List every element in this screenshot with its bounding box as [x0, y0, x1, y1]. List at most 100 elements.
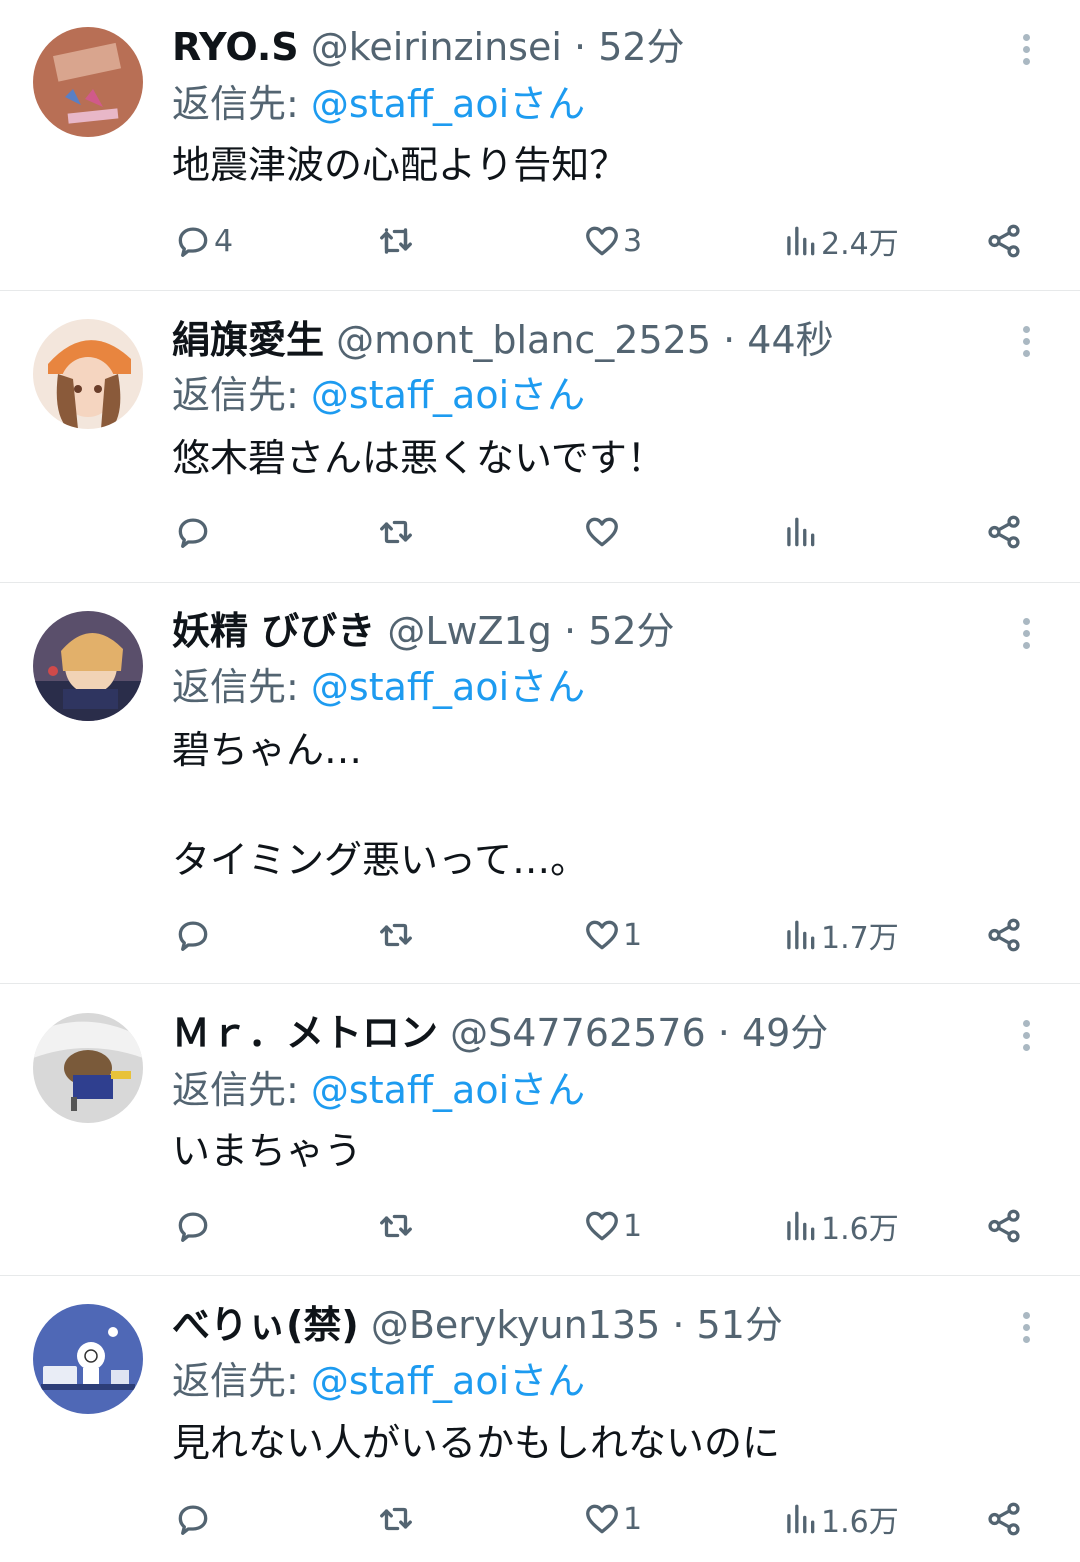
- reply-mention-link[interactable]: @staff_aoiさん: [311, 665, 585, 709]
- retweet-button[interactable]: [377, 507, 417, 557]
- timestamp[interactable]: 52分: [598, 25, 684, 69]
- tweet[interactable]: 妖精 びびき @LwZ1g · 52分 返信先: @staff_aoiさん 碧ち…: [0, 583, 1080, 984]
- reply-button[interactable]: [174, 1201, 214, 1251]
- avatar[interactable]: [33, 27, 143, 137]
- reply-mention-link[interactable]: @staff_aoiさん: [311, 373, 585, 417]
- tweet-header: RYO.S @keirinzinsei · 52分: [172, 22, 1000, 72]
- views-count: 1.6万: [821, 1505, 899, 1540]
- action-bar: 1 1.7万: [0, 910, 1080, 960]
- tweet[interactable]: RYO.S @keirinzinsei · 52分 返信先: @staff_ao…: [0, 0, 1080, 291]
- reply-button[interactable]: [174, 507, 214, 557]
- display-name[interactable]: 絹旗愛生: [172, 318, 324, 362]
- handle[interactable]: @LwZ1g: [387, 609, 552, 653]
- share-button[interactable]: [985, 216, 1023, 266]
- timestamp[interactable]: 51分: [697, 1303, 783, 1347]
- bar-chart-icon: [787, 920, 815, 950]
- avatar[interactable]: [33, 1304, 143, 1414]
- reply-to-line: 返信先: @staff_aoiさん: [172, 370, 585, 420]
- timestamp[interactable]: 44秒: [747, 318, 833, 362]
- display-name[interactable]: 妖精 びびき: [172, 609, 375, 653]
- tweet[interactable]: 絹旗愛生 @mont_blanc_2525 · 44秒 返信先: @staff_…: [0, 291, 1080, 583]
- reply-button[interactable]: [174, 1494, 214, 1544]
- retweet-arrows-icon: [380, 228, 412, 254]
- like-count: 1: [623, 917, 643, 953]
- reply-prefix: 返信先:: [172, 1068, 311, 1112]
- separator-dot: ·: [723, 318, 736, 362]
- share-button[interactable]: [985, 1201, 1023, 1251]
- like-button[interactable]: 1: [583, 910, 642, 960]
- display-name[interactable]: べりぃ(禁): [172, 1303, 359, 1347]
- views-count: 2.4万: [821, 227, 899, 262]
- reply-button[interactable]: 4: [174, 216, 233, 266]
- like-button[interactable]: 3: [583, 216, 642, 266]
- bar-chart-icon: [787, 517, 815, 547]
- handle[interactable]: @Berykyun135: [371, 1303, 660, 1347]
- views-button[interactable]: 1.6万: [781, 1201, 899, 1251]
- separator-dot: ·: [574, 25, 587, 69]
- retweet-button[interactable]: [377, 910, 417, 960]
- action-bar: 1 1.6万: [0, 1494, 1080, 1544]
- like-count: 1: [623, 1208, 643, 1244]
- more-options-icon[interactable]: [1014, 322, 1038, 362]
- like-button[interactable]: 1: [583, 1201, 642, 1251]
- reply-prefix: 返信先:: [172, 373, 311, 417]
- reply-to-line: 返信先: @staff_aoiさん: [172, 1065, 585, 1115]
- tweet[interactable]: べりぃ(禁) @Berykyun135 · 51分 返信先: @staff_ao…: [0, 1276, 1080, 1562]
- action-bar: 4 3 2.4万: [0, 216, 1080, 266]
- reply-mention-link[interactable]: @staff_aoiさん: [311, 1359, 585, 1403]
- more-options-icon[interactable]: [1014, 1308, 1038, 1348]
- share-nodes-icon: [988, 918, 1020, 952]
- timestamp[interactable]: 49分: [742, 1011, 828, 1055]
- views-button[interactable]: 1.7万: [781, 910, 899, 960]
- like-button[interactable]: [583, 507, 623, 557]
- display-name[interactable]: RYO.S: [172, 25, 299, 69]
- reply-prefix: 返信先:: [172, 665, 311, 709]
- display-name[interactable]: Ｍｒ．メトロン: [172, 1011, 438, 1055]
- retweet-button[interactable]: [377, 216, 417, 266]
- reply-mention-link[interactable]: @staff_aoiさん: [311, 1068, 585, 1112]
- more-options-icon[interactable]: [1014, 30, 1038, 70]
- reply-count: 4: [214, 223, 234, 259]
- share-nodes-icon: [988, 1502, 1020, 1536]
- retweet-arrows-icon: [380, 1507, 412, 1531]
- speech-bubble-icon: [178, 227, 208, 257]
- views-button[interactable]: [781, 507, 821, 557]
- avatar[interactable]: [33, 319, 143, 429]
- heart-icon: [586, 1211, 618, 1241]
- heart-icon: [586, 517, 618, 547]
- tweet-header: Ｍｒ．メトロン @S47762576 · 49分: [172, 1008, 1000, 1058]
- share-button[interactable]: [985, 910, 1023, 960]
- more-options-icon[interactable]: [1014, 614, 1038, 654]
- views-button[interactable]: 2.4万: [781, 216, 899, 266]
- separator-dot: ·: [717, 1011, 730, 1055]
- reply-prefix: 返信先:: [172, 1359, 311, 1403]
- tweet-header: 絹旗愛生 @mont_blanc_2525 · 44秒: [172, 315, 1000, 365]
- tweet-text: いまちゃう: [172, 1129, 363, 1173]
- timestamp[interactable]: 52分: [588, 609, 674, 653]
- avatar[interactable]: [33, 611, 143, 721]
- handle[interactable]: @S47762576: [450, 1011, 706, 1055]
- heart-icon: [586, 226, 618, 256]
- like-count: 1: [623, 1501, 643, 1537]
- heart-icon: [586, 1504, 618, 1534]
- retweet-arrows-icon: [380, 923, 412, 947]
- like-button[interactable]: 1: [583, 1494, 642, 1544]
- speech-bubble-icon: [178, 518, 208, 548]
- handle[interactable]: @keirinzinsei: [311, 25, 562, 69]
- share-button[interactable]: [985, 507, 1023, 557]
- retweet-button[interactable]: [377, 1201, 417, 1251]
- share-button[interactable]: [985, 1494, 1023, 1544]
- reply-button[interactable]: [174, 910, 214, 960]
- tweet[interactable]: Ｍｒ．メトロン @S47762576 · 49分 返信先: @staff_aoi…: [0, 984, 1080, 1276]
- speech-bubble-icon: [178, 921, 208, 951]
- retweet-button[interactable]: [377, 1494, 417, 1544]
- reply-mention-link[interactable]: @staff_aoiさん: [311, 82, 585, 126]
- views-button[interactable]: 1.6万: [781, 1494, 899, 1544]
- avatar[interactable]: [33, 1013, 143, 1123]
- more-options-icon[interactable]: [1014, 1016, 1038, 1056]
- handle[interactable]: @mont_blanc_2525: [336, 318, 711, 362]
- views-count: 1.7万: [821, 921, 899, 956]
- reply-to-line: 返信先: @staff_aoiさん: [172, 1356, 585, 1406]
- tweet-text: 碧ちゃん… タイミング悪いって…。: [172, 728, 589, 882]
- retweet-arrows-icon: [380, 520, 412, 544]
